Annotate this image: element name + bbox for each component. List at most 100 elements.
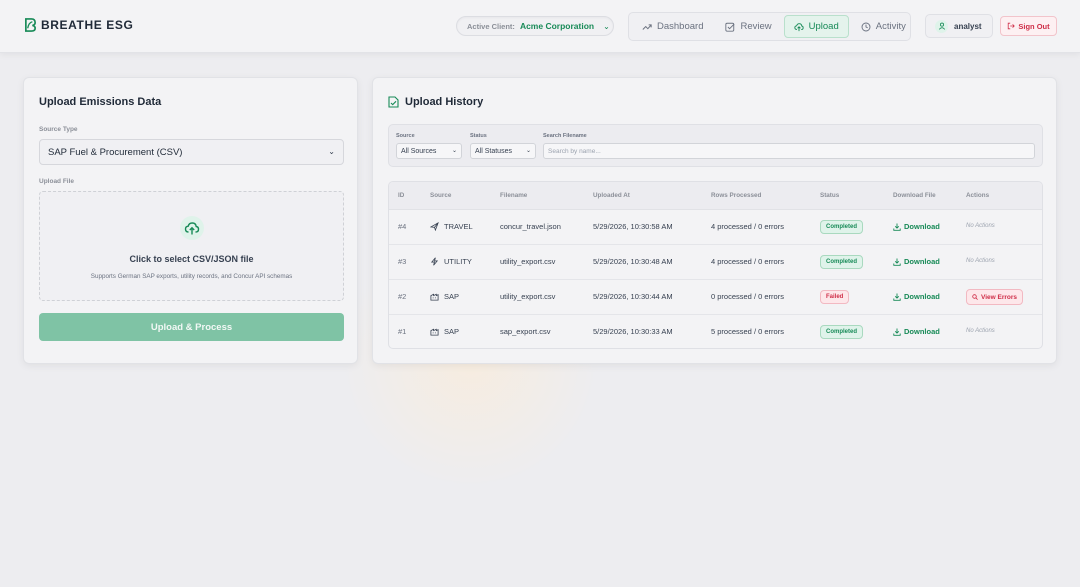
- factory-icon: [430, 328, 439, 336]
- col-filename: Filename: [500, 192, 528, 199]
- user-name: analyst: [954, 21, 982, 31]
- row-source: UTILITY: [430, 257, 472, 266]
- col-actions: Actions: [966, 192, 990, 199]
- download-icon: [893, 258, 901, 266]
- search-filename-input[interactable]: Search by name...: [543, 143, 1035, 159]
- upload-history-table: ID Source Filename Uploaded At Rows Proc…: [388, 181, 1043, 349]
- no-actions-text: No Actions: [966, 328, 995, 334]
- status-badge: Failed: [820, 290, 850, 304]
- top-header: BREATHE ESG Active Client: Acme Corporat…: [0, 0, 1080, 53]
- nav-dashboard-label: Dashboard: [657, 21, 704, 32]
- cloud-upload-icon: [794, 22, 804, 31]
- status-badge: Completed: [820, 220, 864, 234]
- upload-icon-badge: [180, 216, 204, 240]
- row-source-label: SAP: [444, 327, 460, 336]
- row-id: #2: [398, 292, 407, 301]
- upload-history-card: Upload History Source All Sources ⌄ Stat…: [372, 77, 1057, 364]
- chevron-down-icon: ⌄: [525, 148, 531, 154]
- chevron-down-icon: ⌄: [603, 21, 610, 31]
- col-id: ID: [398, 192, 405, 199]
- download-label: Download: [904, 257, 940, 266]
- view-errors-button[interactable]: View Errors: [966, 289, 1023, 305]
- source-type-value: SAP Fuel & Procurement (CSV): [48, 146, 183, 158]
- avatar: [935, 19, 948, 33]
- sign-out-label: Sign Out: [1018, 21, 1050, 31]
- download-label: Download: [904, 327, 940, 336]
- nav-dashboard[interactable]: Dashboard: [632, 15, 713, 38]
- client-selector[interactable]: Active Client: Acme Corporation ⌄: [456, 16, 614, 36]
- brand-name: BREATHE ESG: [41, 18, 134, 32]
- nav-activity-label: Activity: [875, 21, 906, 32]
- status-filter-label: Status: [470, 133, 487, 139]
- main-nav: Dashboard Review Upload Activity: [628, 12, 911, 41]
- row-uploaded-at: 5/29/2026, 10:30:44 AM: [593, 292, 673, 301]
- chevron-down-icon: ⌄: [328, 147, 335, 156]
- table-row: #1 SAP sap_export.csv 5/29/2026, 10:30:3…: [389, 315, 1042, 348]
- upload-history-title: Upload History: [405, 96, 484, 108]
- status-badge: Completed: [820, 255, 864, 269]
- plane-icon: [430, 222, 439, 231]
- row-source: SAP: [430, 292, 459, 301]
- row-source-label: SAP: [444, 292, 460, 301]
- row-filename: utility_export.csv: [500, 292, 556, 301]
- download-link[interactable]: Download: [893, 257, 940, 266]
- row-source: SAP: [430, 327, 459, 336]
- table-header: ID Source Filename Uploaded At Rows Proc…: [389, 182, 1042, 210]
- download-link[interactable]: Download: [893, 222, 940, 231]
- upload-file-label: Upload File: [39, 178, 75, 185]
- row-id: #1: [398, 327, 407, 336]
- row-uploaded-at: 5/29/2026, 10:30:48 AM: [593, 257, 673, 266]
- download-link[interactable]: Download: [893, 292, 940, 301]
- row-filename: sap_export.csv: [500, 327, 551, 336]
- zap-icon: [430, 257, 439, 266]
- source-filter-label: Source: [396, 133, 415, 139]
- dropzone-subtitle: Supports German SAP exports, utility rec…: [90, 273, 293, 280]
- dropzone-title: Click to select CSV/JSON file: [129, 254, 254, 264]
- view-errors-label: View Errors: [980, 293, 1017, 301]
- col-uploaded-at: Uploaded At: [593, 192, 630, 199]
- col-download-file: Download File: [893, 192, 936, 199]
- status-badge: Completed: [820, 325, 864, 339]
- row-rows-processed: 5 processed / 0 errors: [711, 327, 784, 336]
- table-row: #2 SAP utility_export.csv 5/29/2026, 10:…: [389, 280, 1042, 315]
- file-check-icon: [388, 96, 399, 108]
- status-filter-select[interactable]: All Statuses ⌄: [470, 143, 536, 159]
- status-filter-value: All Statuses: [475, 147, 512, 155]
- row-filename: concur_travel.json: [500, 222, 561, 231]
- source-filter-value: All Sources: [401, 147, 437, 155]
- nav-review[interactable]: Review: [715, 15, 781, 38]
- trending-up-icon: [642, 23, 652, 30]
- user-menu[interactable]: analyst: [925, 14, 993, 38]
- download-link[interactable]: Download: [893, 327, 940, 336]
- check-square-icon: [725, 22, 735, 32]
- no-actions-text: No Actions: [966, 258, 995, 264]
- user-icon: [938, 22, 945, 30]
- download-icon: [893, 328, 901, 336]
- brand-logo[interactable]: BREATHE ESG: [24, 18, 133, 32]
- source-type-label: Source Type: [39, 126, 78, 133]
- row-filename: utility_export.csv: [500, 257, 556, 266]
- sign-out-button[interactable]: Sign Out: [1000, 16, 1057, 36]
- leaf-logo-icon: [25, 18, 36, 32]
- col-status: Status: [820, 192, 840, 199]
- search-icon: [972, 294, 978, 300]
- row-id: #3: [398, 257, 407, 266]
- table-row: #4 TRAVEL concur_travel.json 5/29/2026, …: [389, 210, 1042, 245]
- source-type-select[interactable]: SAP Fuel & Procurement (CSV) ⌄: [39, 139, 344, 165]
- upload-card: Upload Emissions Data Source Type SAP Fu…: [23, 77, 358, 364]
- upload-process-button[interactable]: Upload & Process: [39, 313, 344, 341]
- upload-card-title: Upload Emissions Data: [39, 96, 162, 108]
- source-filter-select[interactable]: All Sources ⌄: [396, 143, 462, 159]
- search-filename-label: Search Filename: [543, 133, 587, 139]
- row-source: TRAVEL: [430, 222, 473, 231]
- row-uploaded-at: 5/29/2026, 10:30:58 AM: [593, 222, 673, 231]
- nav-upload[interactable]: Upload: [783, 15, 849, 38]
- nav-activity[interactable]: Activity: [851, 15, 916, 38]
- client-label: Active Client:: [467, 21, 515, 31]
- file-dropzone[interactable]: Click to select CSV/JSON file Supports G…: [39, 191, 344, 301]
- table-row: #3 UTILITY utility_export.csv 5/29/2026,…: [389, 245, 1042, 280]
- download-label: Download: [904, 222, 940, 231]
- row-source-label: TRAVEL: [444, 222, 473, 231]
- cloud-upload-icon: [184, 222, 200, 235]
- download-label: Download: [904, 292, 940, 301]
